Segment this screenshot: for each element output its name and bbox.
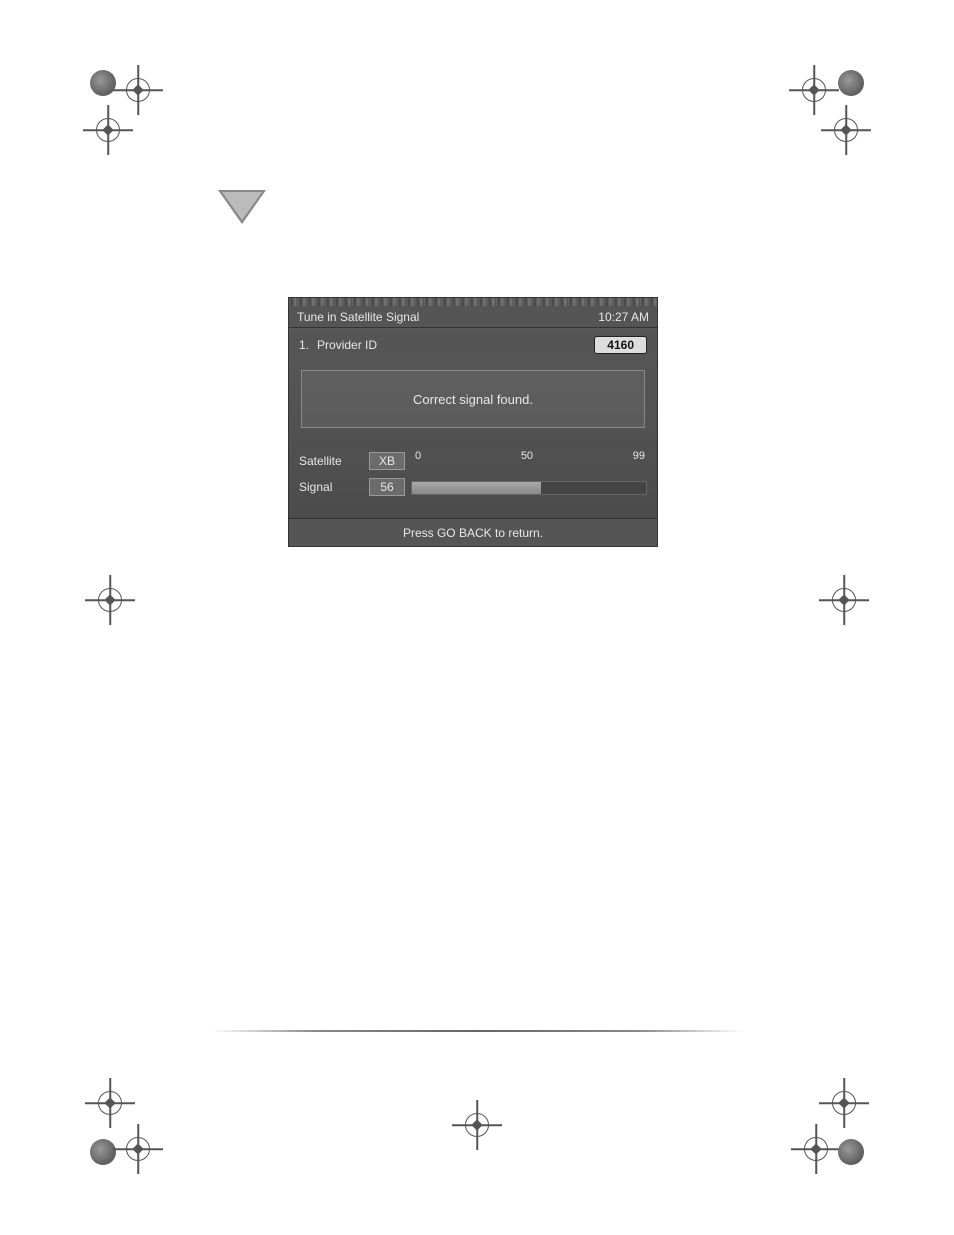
registration-mark-bottom-left xyxy=(90,1095,160,1165)
provider-id-value[interactable]: 4160 xyxy=(594,336,647,354)
signal-value: 56 xyxy=(369,478,405,496)
signal-row: Signal 56 xyxy=(299,476,647,498)
registration-mark-bottom-right xyxy=(794,1095,864,1165)
satellite-signal-panel: Tune in Satellite Signal 10:27 AM 1. Pro… xyxy=(288,297,658,547)
triangle-marker-icon xyxy=(218,190,266,224)
satellite-value: XB xyxy=(369,452,405,470)
registration-mark-mid-right xyxy=(794,580,864,650)
satellite-label: Satellite xyxy=(299,454,369,468)
footer-instruction-text: Press GO BACK to return. xyxy=(403,526,543,540)
registration-mark-mid-left xyxy=(90,580,160,650)
satellite-row: Satellite XB xyxy=(299,450,647,472)
footer-instruction-bar: Press GO BACK to return. xyxy=(289,518,657,546)
signal-label: Signal xyxy=(299,480,369,494)
status-message-text: Correct signal found. xyxy=(413,392,533,407)
provider-index: 1. xyxy=(299,338,309,352)
registration-mark-bottom-center xyxy=(442,1095,512,1165)
panel-header: Tune in Satellite Signal 10:27 AM xyxy=(289,306,657,328)
signal-strength-bar xyxy=(411,481,647,495)
registration-mark-top-right xyxy=(794,70,864,140)
registration-mark-top-left xyxy=(90,70,160,140)
status-message-box: Correct signal found. xyxy=(301,370,645,428)
provider-id-label: Provider ID xyxy=(317,338,594,352)
signal-strength-fill xyxy=(412,482,541,494)
page-footer-rule xyxy=(210,1030,744,1032)
provider-id-row[interactable]: 1. Provider ID 4160 xyxy=(289,332,657,358)
panel-title: Tune in Satellite Signal xyxy=(297,310,419,324)
clock-time: 10:27 AM xyxy=(598,310,649,324)
image-edge-noise xyxy=(289,298,657,306)
